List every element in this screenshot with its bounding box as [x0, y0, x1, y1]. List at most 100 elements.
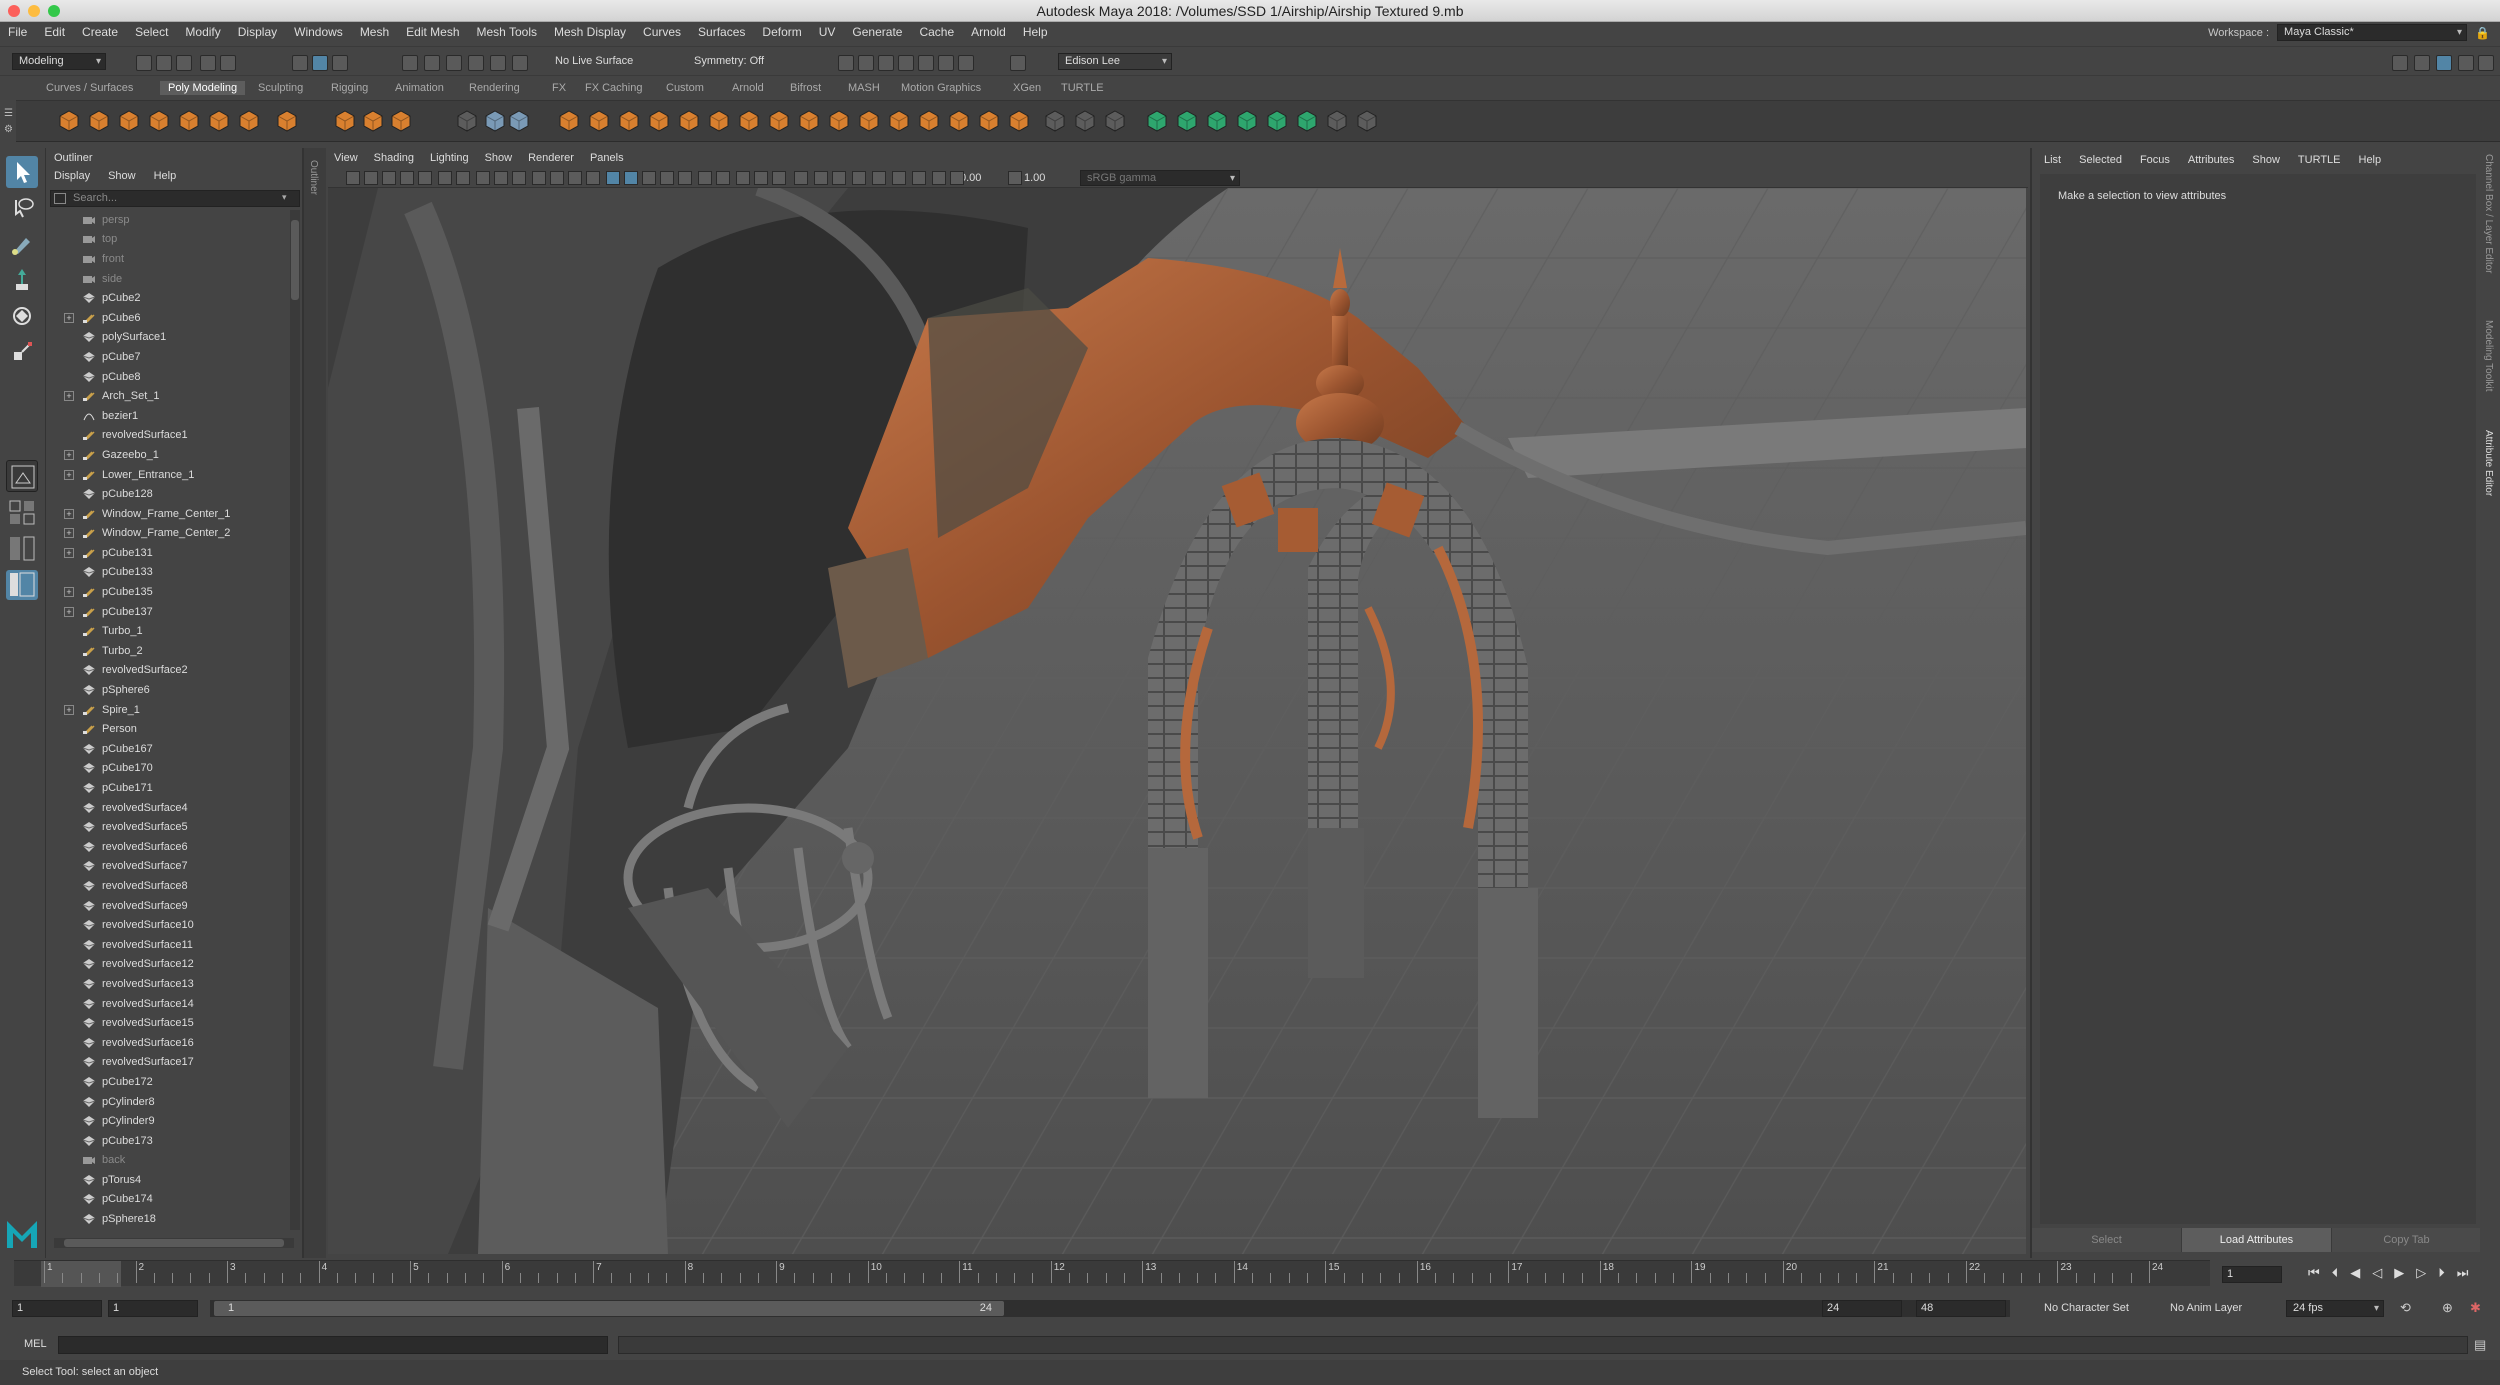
- outliner-item[interactable]: revolvedSurface15: [46, 1013, 290, 1033]
- attr-menu-show[interactable]: Show: [2252, 154, 2280, 166]
- viewport-menu-view[interactable]: View: [334, 152, 358, 164]
- outliner-item[interactable]: pCube170: [46, 759, 290, 779]
- outliner-item[interactable]: revolvedSurface14: [46, 994, 290, 1014]
- menu-display[interactable]: Display: [238, 25, 277, 39]
- menu-select[interactable]: Select: [135, 25, 168, 39]
- shelf-bridge-icon[interactable]: [706, 108, 732, 134]
- settings-gear-icon[interactable]: [2478, 55, 2494, 71]
- move-pivot-icon[interactable]: [2414, 55, 2430, 71]
- shelf-extrude-icon[interactable]: [676, 108, 702, 134]
- fps-dropdown[interactable]: 24 fps: [2286, 1300, 2384, 1317]
- menu-edit-mesh[interactable]: Edit Mesh: [406, 25, 459, 39]
- shelf-torus-icon[interactable]: [176, 108, 202, 134]
- undo-icon[interactable]: [200, 55, 216, 71]
- snap-grid-icon[interactable]: [402, 55, 418, 71]
- outliner-item[interactable]: pCylinder9: [46, 1111, 290, 1131]
- menu-mesh-display[interactable]: Mesh Display: [554, 25, 626, 39]
- paint-select-icon[interactable]: [6, 228, 38, 260]
- outliner-horizontal-scrollbar[interactable]: [54, 1238, 294, 1248]
- viewport-tool-icon[interactable]: [606, 171, 620, 185]
- shelf-tab-mash[interactable]: MASH: [848, 82, 880, 94]
- menu-file[interactable]: File: [8, 25, 27, 39]
- command-input[interactable]: [58, 1336, 608, 1354]
- lock-icon[interactable]: 🔒: [2475, 26, 2490, 40]
- shelf-append-icon[interactable]: [796, 108, 822, 134]
- menu-arnold[interactable]: Arnold: [971, 25, 1006, 39]
- workspace-dropdown[interactable]: Maya Classic*: [2277, 24, 2468, 41]
- shelf-tab-arnold[interactable]: Arnold: [732, 82, 764, 94]
- shelf-tab-curves-surfaces[interactable]: Curves / Surfaces: [46, 82, 133, 94]
- shelf-cone-icon[interactable]: [146, 108, 172, 134]
- viewport-tool-icon[interactable]: [950, 171, 964, 185]
- snap-point-icon[interactable]: [446, 55, 462, 71]
- outliner-item[interactable]: pCube7: [46, 347, 290, 367]
- viewport-tool-icon[interactable]: [494, 171, 508, 185]
- viewport-tool-icon[interactable]: [814, 171, 828, 185]
- shelf-tab-animation[interactable]: Animation: [395, 82, 444, 94]
- expand-icon[interactable]: +: [64, 704, 74, 715]
- outliner-menu-display[interactable]: Display: [54, 170, 90, 182]
- mel-label[interactable]: MEL: [24, 1338, 47, 1350]
- menu-curves[interactable]: Curves: [643, 25, 681, 39]
- menu-edit[interactable]: Edit: [44, 25, 65, 39]
- outliner-item[interactable]: + pCube6: [46, 308, 290, 328]
- playback-end-field[interactable]: 24: [1822, 1300, 1902, 1317]
- shelf-plane-icon[interactable]: [206, 108, 232, 134]
- step-back-key-icon[interactable]: ⏴: [2332, 1265, 2339, 1281]
- ipr-render-icon[interactable]: [878, 55, 894, 71]
- outliner-item[interactable]: pCube2: [46, 288, 290, 308]
- outliner-item[interactable]: + pCube137: [46, 602, 290, 622]
- shelf-insert-loop-icon[interactable]: [1072, 108, 1098, 134]
- outliner-item[interactable]: bezier1: [46, 406, 290, 426]
- attribute-editor-tab[interactable]: Attribute Editor: [2483, 430, 2494, 496]
- toggle-input-icon[interactable]: [1010, 55, 1026, 71]
- anim-prefs-icon[interactable]: ✱: [2470, 1300, 2481, 1316]
- outliner-item[interactable]: revolvedSurface2: [46, 661, 290, 681]
- attr-menu-attributes[interactable]: Attributes: [2188, 154, 2234, 166]
- step-back-frame-icon[interactable]: ◀: [2350, 1265, 2360, 1281]
- gamma-field[interactable]: 1.00: [1024, 170, 1045, 186]
- anim-layer-dropdown[interactable]: No Anim Layer: [2170, 1302, 2242, 1314]
- shelf-bevel-icon[interactable]: [736, 108, 762, 134]
- persp-outliner-layout-icon[interactable]: [6, 534, 38, 564]
- outliner-item[interactable]: revolvedSurface9: [46, 896, 290, 916]
- live-surface-label[interactable]: No Live Surface: [555, 55, 633, 67]
- outliner-item[interactable]: revolvedSurface5: [46, 817, 290, 837]
- search-options-icon[interactable]: [54, 193, 66, 204]
- outliner-item[interactable]: revolvedSurface11: [46, 935, 290, 955]
- viewport-tool-icon[interactable]: [382, 171, 396, 185]
- move-tool-icon[interactable]: [6, 264, 38, 296]
- outliner-item[interactable]: pCube167: [46, 739, 290, 759]
- shelf-fill-hole-icon[interactable]: [766, 108, 792, 134]
- outliner-item[interactable]: + Lower_Entrance_1: [46, 465, 290, 485]
- shelf-tab-fx-caching[interactable]: FX Caching: [585, 82, 642, 94]
- shelf-uv-cylindrical-icon[interactable]: [1174, 108, 1200, 134]
- copy-tab-button[interactable]: Copy Tab: [2332, 1228, 2482, 1252]
- shelf-bool-union-icon[interactable]: [556, 108, 582, 134]
- shelf-svg-icon[interactable]: [388, 108, 414, 134]
- menu-surfaces[interactable]: Surfaces: [698, 25, 745, 39]
- expand-icon[interactable]: +: [64, 528, 74, 539]
- toolbox-layout-icon[interactable]: [2458, 55, 2474, 71]
- step-forward-frame-icon[interactable]: ▷: [2416, 1265, 2426, 1281]
- shelf-smooth-icon[interactable]: [506, 108, 532, 134]
- shelf-superellipse-icon[interactable]: [332, 108, 358, 134]
- shelf-disc-icon[interactable]: [236, 108, 262, 134]
- attr-menu-selected[interactable]: Selected: [2079, 154, 2122, 166]
- attr-menu-help[interactable]: Help: [2359, 154, 2382, 166]
- symmetry-label[interactable]: Symmetry: Off: [694, 55, 764, 67]
- outliner-item[interactable]: + pCube131: [46, 543, 290, 563]
- outliner-item[interactable]: revolvedSurface12: [46, 955, 290, 975]
- menu-deform[interactable]: Deform: [762, 25, 801, 39]
- viewport-tool-icon[interactable]: [736, 171, 750, 185]
- shelf-bevel2-icon[interactable]: [826, 108, 852, 134]
- viewport-tool-icon[interactable]: [716, 171, 730, 185]
- shelf-sphere-icon[interactable]: [56, 108, 82, 134]
- lasso-tool-icon[interactable]: [6, 192, 38, 224]
- hypershade-icon[interactable]: [918, 55, 934, 71]
- outliner-menu-help[interactable]: Help: [154, 170, 177, 182]
- shelf-tab-motion-graphics[interactable]: Motion Graphics: [901, 82, 981, 94]
- viewport-tool-icon[interactable]: [476, 171, 490, 185]
- outliner-item[interactable]: polySurface1: [46, 328, 290, 348]
- viewport-tool-icon[interactable]: [364, 171, 378, 185]
